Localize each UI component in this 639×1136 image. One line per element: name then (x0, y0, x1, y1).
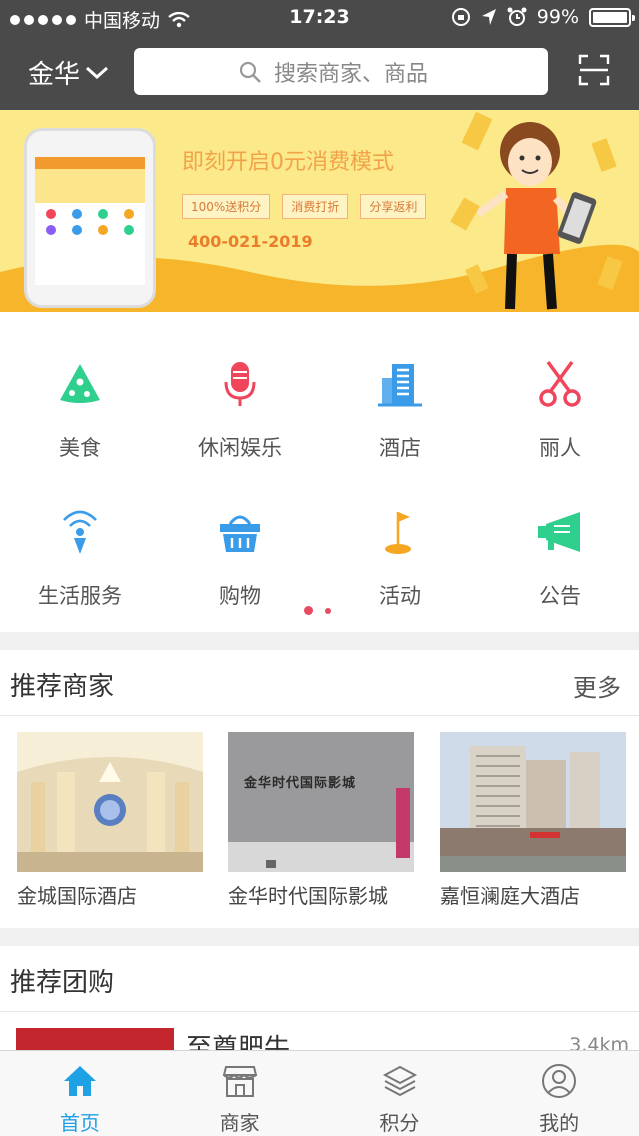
merchant-list: 金城国际酒店 金华时代国际影城 金华时代国际影城 嘉恒澜庭大酒店 (0, 716, 639, 928)
category-food[interactable]: 美食 (0, 312, 160, 460)
tab-label: 商家 (219, 1111, 260, 1135)
merchant-card[interactable]: 嘉恒澜庭大酒店 (440, 732, 628, 909)
category-label: 休闲娱乐 (198, 436, 282, 460)
category-hotel[interactable]: 酒店 (320, 312, 480, 460)
chevron-down-icon (86, 66, 109, 79)
promo-banner[interactable]: 即刻开启0元消费模式 100%送积分 消费打折 分享返利 400-021-201… (0, 110, 639, 312)
megaphone-icon (538, 512, 580, 552)
search-placeholder: 搜索商家、商品 (274, 61, 429, 87)
search-input[interactable]: 搜索商家、商品 (134, 48, 548, 95)
location-signal-icon (63, 510, 97, 554)
banner-tag: 消费打折 (282, 194, 349, 219)
top-header: 中国移动 17:23 99% 金华 搜索商家、商品 (0, 0, 639, 110)
hotel-building-image (440, 732, 626, 872)
battery-percent: 99% (536, 6, 579, 28)
battery-icon (589, 7, 635, 27)
merchant-photo (440, 732, 626, 872)
building-icon (378, 364, 422, 407)
banner-tag: 100%送积分 (182, 194, 271, 219)
banner-tags: 100%送积分 消费打折 分享返利 (182, 194, 427, 219)
category-services[interactable]: 生活服务 (0, 460, 160, 608)
tab-merchants[interactable]: 商家 (160, 1051, 320, 1136)
page-dot-active (304, 606, 313, 615)
banner-phone: 400-021-2019 (188, 232, 313, 251)
category-label: 活动 (379, 584, 421, 608)
basket-icon (220, 515, 260, 552)
category-label: 丽人 (539, 436, 581, 460)
rotation-lock-icon (451, 8, 470, 26)
section-title: 推荐商家 (10, 672, 115, 702)
category-entertainment[interactable]: 休闲娱乐 (160, 312, 320, 460)
phone-mockup (24, 128, 156, 308)
layers-icon (382, 1065, 417, 1097)
status-bar: 中国移动 17:23 99% (0, 0, 639, 36)
microphone-icon (224, 362, 256, 406)
merchants-header: 推荐商家 更多 (0, 650, 639, 716)
hotel-lobby-image (17, 732, 203, 872)
location-arrow-icon (481, 9, 496, 25)
merchant-photo: 金华时代国际影城 (228, 732, 414, 872)
merchant-card[interactable]: 金城国际酒店 (17, 732, 205, 909)
merchant-card[interactable]: 金华时代国际影城 金华时代国际影城 (228, 732, 416, 909)
category-label: 生活服务 (38, 584, 122, 608)
tab-home[interactable]: 首页 (0, 1051, 160, 1136)
search-icon (239, 61, 261, 83)
category-label: 酒店 (379, 436, 421, 460)
merchant-name: 嘉恒澜庭大酒店 (440, 884, 580, 908)
groups-header: 推荐团购 (0, 946, 639, 1012)
banner-tag: 分享返利 (360, 194, 427, 219)
category-label: 购物 (219, 584, 261, 608)
page-indicator (304, 606, 331, 615)
battery-fill (593, 11, 627, 23)
alarm-icon (507, 7, 527, 26)
home-icon (64, 1066, 96, 1096)
tab-points[interactable]: 积分 (320, 1051, 480, 1136)
merchant-photo (17, 732, 203, 872)
tab-label: 积分 (379, 1111, 420, 1135)
cinema-image (228, 732, 414, 872)
confetti (450, 197, 480, 231)
category-label: 公告 (539, 584, 581, 608)
category-shopping[interactable]: 购物 (160, 460, 320, 608)
category-beauty[interactable]: 丽人 (480, 312, 639, 460)
store-icon (222, 1066, 258, 1097)
category-notice[interactable]: 公告 (480, 460, 639, 608)
scissors-icon (539, 360, 581, 407)
user-icon (542, 1064, 577, 1098)
city-label: 金华 (28, 60, 81, 90)
tab-mine[interactable]: 我的 (479, 1051, 639, 1136)
merchant-name: 金城国际酒店 (17, 884, 137, 908)
mascot-illustration (478, 122, 597, 310)
pizza-icon (60, 364, 100, 403)
section-title: 推荐团购 (10, 968, 115, 998)
city-selector[interactable]: 金华 (28, 54, 110, 91)
page-dot (325, 608, 331, 614)
category-grid: 美食 休闲娱乐 酒店 丽人 生活服务 购物 活动 公告 (0, 312, 639, 632)
category-label: 美食 (59, 436, 101, 460)
category-activity[interactable]: 活动 (320, 460, 480, 608)
banner-headline: 即刻开启0元消费模式 (182, 150, 394, 175)
more-link[interactable]: 更多 (573, 668, 621, 703)
tab-label: 我的 (539, 1111, 580, 1135)
flag-icon (385, 512, 411, 554)
merchant-name: 金华时代国际影城 (228, 884, 388, 908)
tab-label: 首页 (59, 1111, 100, 1135)
tab-bar: 首页 商家 积分 我的 (0, 1050, 639, 1136)
scan-icon[interactable] (578, 54, 610, 86)
cinema-sign: 金华时代国际影城 (244, 776, 357, 791)
